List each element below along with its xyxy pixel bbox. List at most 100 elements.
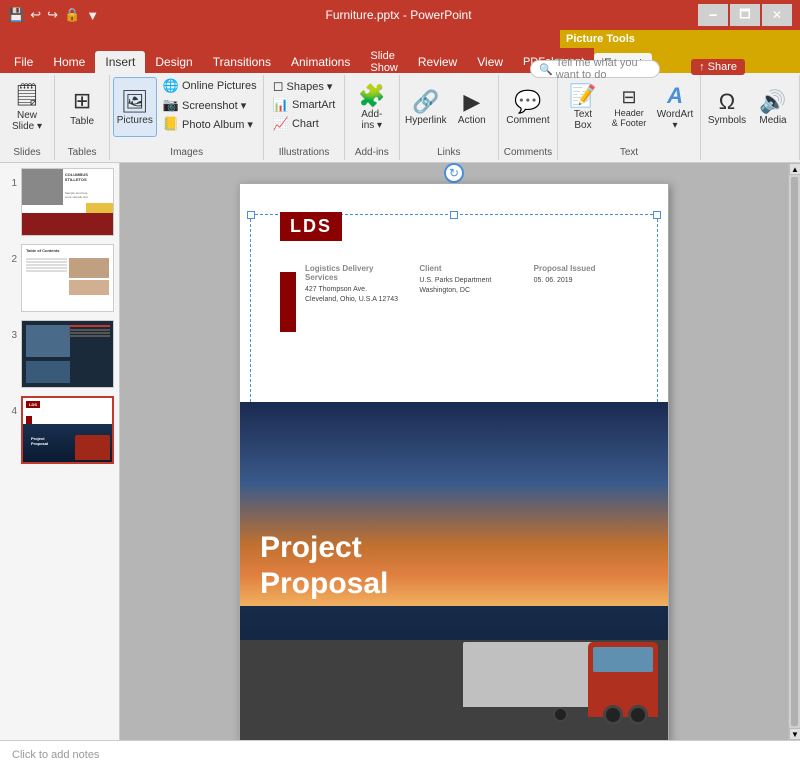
online-pictures-button[interactable]: 🌐 Online Pictures [159,77,261,95]
vertical-scrollbar[interactable]: ▲ ▼ [788,163,800,740]
table-label: Table [70,116,94,127]
tab-home[interactable]: Home [43,51,95,73]
main-tabs: File Home Insert Design Transitions Anim… [0,48,594,73]
tab-design[interactable]: Design [145,51,202,73]
table-button[interactable]: ⊞ Table [60,77,104,137]
context-tools-bar: Picture Tools [0,30,800,48]
comment-button[interactable]: 💬 Comment [506,77,550,137]
slide-thumb-4[interactable]: 4 LDS ProjectProposal [5,396,114,464]
truck-wheel-1 [628,705,648,725]
truck-wheel-3 [553,707,568,722]
screenshot-label: Screenshot ▾ [182,99,246,112]
wordart-button[interactable]: A WordArt ▾ [653,77,697,137]
smartart-label: SmartArt [292,99,335,111]
comment-icon: 💬 [514,89,541,115]
lock-icon[interactable]: 🔒 [64,7,80,23]
pictures-button[interactable]: 🖼 Pictures [113,77,157,137]
share-button[interactable]: ↑ Share [691,59,745,75]
tab-review[interactable]: Review [408,51,467,73]
chart-icon: 📈 [273,116,289,132]
maximize-button[interactable]: 🗖 [730,4,760,26]
logistics-label: Logistics Delivery Services [305,264,399,282]
slide-num-4: 4 [5,406,17,417]
save-icon[interactable]: 💾 [8,7,24,23]
rotate-handle[interactable]: ↻ [444,163,464,183]
app-title: Furniture.pptx - PowerPoint [99,8,698,22]
tab-file[interactable]: File [4,51,43,73]
scroll-down-button[interactable]: ▼ [789,728,800,740]
handle-top-left[interactable] [247,211,255,219]
comments-group-content: 💬 Comment [506,77,550,145]
warning-icon[interactable]: ⚠ [675,58,688,75]
header-footer-button[interactable]: ⊟ Header& Footer [607,77,651,137]
scroll-up-button[interactable]: ▲ [789,163,800,175]
slide-thumb-3[interactable]: 3 [5,320,114,388]
tab-transitions[interactable]: Transitions [203,51,281,73]
slide-preview-1[interactable]: COLUMBUSSTILLETOS Sample text heremore s… [21,168,114,236]
picture-tools-bar: Picture Tools [560,30,800,48]
screenshot-icon: 📷 [163,97,179,113]
slides-group-content: 🗒 NewSlide ▾ [5,77,49,145]
illustrations-group-content: ◻ Shapes ▾ 📊 SmartArt 📈 Chart [269,77,340,145]
window-controls: 🗕 🗖 ✕ [698,4,792,26]
chart-button[interactable]: 📈 Chart [269,115,340,133]
addins-group-content: 🧩 Add-ins ▾ [350,77,394,145]
shapes-label: Shapes ▾ [287,80,333,93]
slide-proposal-text: ProjectProposal [260,530,388,602]
slide-preview-2[interactable]: Table of Contents [21,244,114,312]
slide-thumb-1[interactable]: 1 COLUMBUSSTILLETOS Sample text heremore… [5,168,114,236]
truck-silhouette [458,597,658,717]
tab-insert[interactable]: Insert [95,51,145,73]
screenshot-button[interactable]: 📷 Screenshot ▾ [159,96,261,114]
handle-top-right[interactable] [653,211,661,219]
slide-logo: LDS [280,212,342,241]
redo-icon[interactable]: ↪ [47,7,58,23]
action-button[interactable]: ▶ Action [450,77,494,137]
slide-canvas[interactable]: LDS Logistics Delivery Services 427 Thom… [239,183,669,740]
header-footer-label: Header& Footer [612,108,647,128]
slide-thumb-2[interactable]: 2 Table of Contents [5,244,114,312]
tell-me-search[interactable]: 🔍 Tell me what you want to do [530,60,660,78]
notes-bar[interactable]: Click to add notes [0,740,800,768]
ribbon-group-links: 🔗 Hyperlink ▶ Action Links [400,75,499,160]
media-button[interactable]: 🔊 Media [751,77,795,137]
undo-icon[interactable]: ↩ [30,7,41,23]
tab-animations[interactable]: Animations [281,51,360,73]
ribbon-group-illustrations: ◻ Shapes ▾ 📊 SmartArt 📈 Chart Illustrati… [264,75,344,160]
proposal-col: Proposal Issued 05. 06. 2019 [534,264,628,305]
textbox-label: TextBox [574,109,592,131]
shapes-button[interactable]: ◻ Shapes ▾ [269,77,340,95]
smartart-button[interactable]: 📊 SmartArt [269,96,340,114]
ribbon-group-symbols: Ω Symbols 🔊 Media [701,75,800,160]
pictures-icon: 🖼 [121,89,149,115]
action-label: Action [458,115,486,126]
tab-slideshow[interactable]: Slide Show [360,51,408,73]
hyperlink-button[interactable]: 🔗 Hyperlink [404,77,448,137]
pictures-label: Pictures [117,115,153,126]
textbox-button[interactable]: 📝 TextBox [561,77,605,137]
notes-placeholder: Click to add notes [12,749,99,761]
ribbon-group-addins: 🧩 Add-ins ▾ Add-ins [345,75,400,160]
online-pictures-label: Online Pictures [182,80,257,92]
ribbon-group-images: 🖼 Pictures 🌐 Online Pictures 📷 Screensho… [110,75,264,160]
share-area: ⚠ ↑ Share [675,58,745,75]
minimize-button[interactable]: 🗕 [698,4,728,26]
links-group-label: Links [437,147,460,158]
ribbon-group-slides: 🗒 NewSlide ▾ Slides [0,75,55,160]
title-bar: 💾 ↩ ↪ 🔒 ▼ Furniture.pptx - PowerPoint 🗕 … [0,0,800,30]
addins-button[interactable]: 🧩 Add-ins ▾ [350,77,394,137]
truck-cab [588,642,658,717]
tab-view[interactable]: View [467,51,513,73]
slide-preview-4[interactable]: LDS ProjectProposal [21,396,114,464]
photo-album-button[interactable]: 📒 Photo Album ▾ [159,115,261,133]
new-slide-icon: 🗒 [13,82,41,108]
customize-qat-icon[interactable]: ▼ [86,8,99,23]
scroll-thumb[interactable] [791,177,798,726]
slide-preview-3[interactable] [21,320,114,388]
new-slide-button[interactable]: 🗒 NewSlide ▾ [5,77,49,137]
handle-top-mid[interactable] [450,211,458,219]
close-button[interactable]: ✕ [762,4,792,26]
new-slide-label: NewSlide ▾ [12,110,42,132]
symbols-button[interactable]: Ω Symbols [705,77,749,137]
truck-trailer [463,642,593,707]
